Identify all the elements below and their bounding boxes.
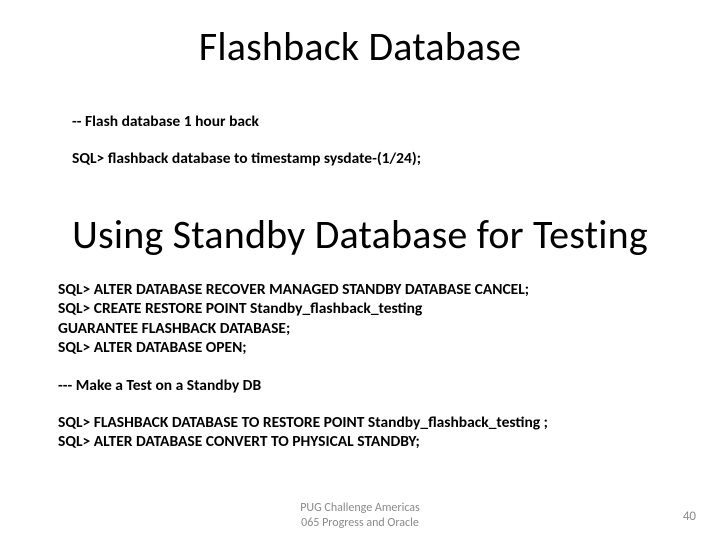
sql-line: SQL> FLASHBACK DATABASE TO RESTORE POINT… bbox=[58, 413, 688, 432]
footer-line-1: PUG Challenge Americas bbox=[0, 501, 720, 515]
footer-line-2: 065 Progress and Oracle bbox=[0, 516, 720, 530]
comment-line: -- Flash database 1 hour back bbox=[72, 112, 672, 131]
sql-line: SQL> ALTER DATABASE RECOVER MANAGED STAN… bbox=[58, 280, 688, 299]
heading-standby-testing: Using Standby Database for Testing bbox=[0, 210, 720, 259]
sql-line: GUARANTEE FLASHBACK DATABASE; bbox=[58, 319, 688, 338]
sql-line: SQL> ALTER DATABASE OPEN; bbox=[58, 338, 688, 357]
footer-text: PUG Challenge Americas 065 Progress and … bbox=[0, 501, 720, 530]
sql-line: SQL> ALTER DATABASE CONVERT TO PHYSICAL … bbox=[58, 432, 688, 451]
code-block-flashback: -- Flash database 1 hour back SQL> flash… bbox=[72, 112, 672, 169]
sql-line: SQL> flashback database to timestamp sys… bbox=[72, 149, 672, 168]
comment-line: --- Make a Test on a Standby DB bbox=[58, 376, 688, 395]
sql-line: SQL> CREATE RESTORE POINT Standby_flashb… bbox=[58, 299, 688, 318]
code-block-standby: SQL> ALTER DATABASE RECOVER MANAGED STAN… bbox=[58, 280, 688, 452]
slide: Flashback Database -- Flash database 1 h… bbox=[0, 0, 720, 540]
page-number: 40 bbox=[683, 509, 696, 524]
heading-flashback-database: Flashback Database bbox=[0, 22, 720, 71]
